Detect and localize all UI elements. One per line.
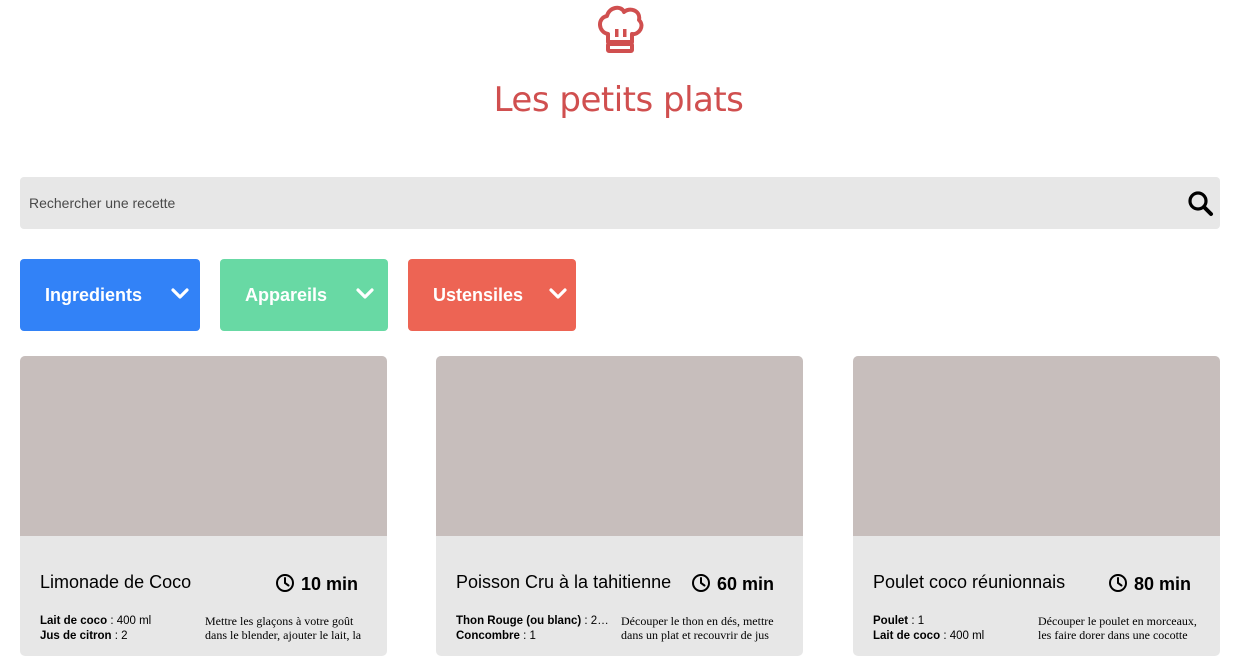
ingredients-filter-button[interactable]: Ingredients: [20, 259, 200, 331]
ingredient-quantity: : 200 ...: [584, 615, 614, 627]
search-bar: [20, 177, 1220, 229]
appareils-filter-label: Appareils: [245, 285, 328, 305]
ingredient-list: Poulet : 1 Lait de coco : 400 ml: [873, 614, 1031, 644]
ingredient-quantity: : 1: [911, 615, 925, 627]
ingredient-name: Lait de coco: [40, 615, 108, 627]
recipe-card[interactable]: Poisson Cru à la tahitienne 60 min Thon …: [436, 356, 803, 656]
ingredients-filter-label: Ingredients: [45, 285, 143, 305]
ingredient-name: Concombre: [456, 630, 520, 642]
recipe-description: Mettre les glaçons à votre goût dans le …: [205, 614, 362, 642]
recipe-time: 10 min: [301, 574, 359, 594]
appareils-filter-button[interactable]: Appareils: [220, 259, 388, 331]
ingredient-quantity: : 400 ml: [943, 630, 985, 642]
clock-icon: [276, 574, 294, 592]
ingredient-item: Concombre : 1: [456, 629, 614, 644]
recipe-card[interactable]: Limonade de Coco 10 min Lait de coco : 4…: [20, 356, 387, 656]
ingredient-quantity: : 400 ml: [110, 615, 152, 627]
clock-icon: [1109, 574, 1127, 592]
recipe-name: Poisson Cru à la tahitienne: [456, 572, 672, 592]
recipe-time: 60 min: [717, 574, 775, 594]
recipe-card[interactable]: Poulet coco réunionnais 80 min Poulet : …: [853, 356, 1220, 656]
ustensiles-filter-button[interactable]: Ustensiles: [408, 259, 576, 331]
recipe-description: Découper le thon en dés, mettre dans un …: [621, 614, 774, 642]
search-icon[interactable]: [1186, 189, 1216, 219]
ingredient-item: Poulet : 1: [873, 614, 1031, 629]
chevron-down-icon: [356, 288, 374, 299]
recipe-description: Découper le poulet en morceaux, les fair…: [1038, 614, 1197, 642]
chevron-down-icon: [171, 288, 189, 299]
ingredient-name: Jus de citron: [40, 630, 112, 642]
ingredient-name: Thon Rouge (ou blanc): [456, 615, 582, 627]
ingredient-list: Thon Rouge (ou blanc) : 200 ... Concombr…: [456, 614, 614, 644]
page-title: Les petits plats: [493, 80, 744, 120]
recipe-image-placeholder: [20, 356, 387, 536]
ingredient-quantity: : 2: [114, 630, 128, 642]
ingredient-list: Lait de coco : 400 ml Jus de citron : 2: [40, 614, 198, 644]
recipe-image-placeholder: [853, 356, 1220, 536]
recipe-name: Poulet coco réunionnais: [873, 572, 1066, 592]
ingredient-quantity: : 1: [523, 630, 536, 642]
ingredient-item: Jus de citron : 2: [40, 629, 198, 644]
ingredient-name: Lait de coco: [873, 630, 941, 642]
chevron-down-icon: [549, 288, 567, 299]
recipe-image-placeholder: [436, 356, 803, 536]
recipe-time: 80 min: [1134, 574, 1192, 594]
ingredient-item: Thon Rouge (ou blanc) : 200 ...: [456, 614, 614, 629]
recipe-name: Limonade de Coco: [40, 572, 192, 592]
ingredient-name: Poulet: [873, 615, 909, 627]
clock-icon: [692, 574, 710, 592]
ustensiles-filter-label: Ustensiles: [433, 285, 524, 305]
ingredient-item: Lait de coco : 400 ml: [873, 629, 1031, 644]
search-input[interactable]: [20, 177, 1170, 229]
chef-hat-icon: [598, 5, 644, 53]
ingredient-item: Lait de coco : 400 ml: [40, 614, 198, 629]
